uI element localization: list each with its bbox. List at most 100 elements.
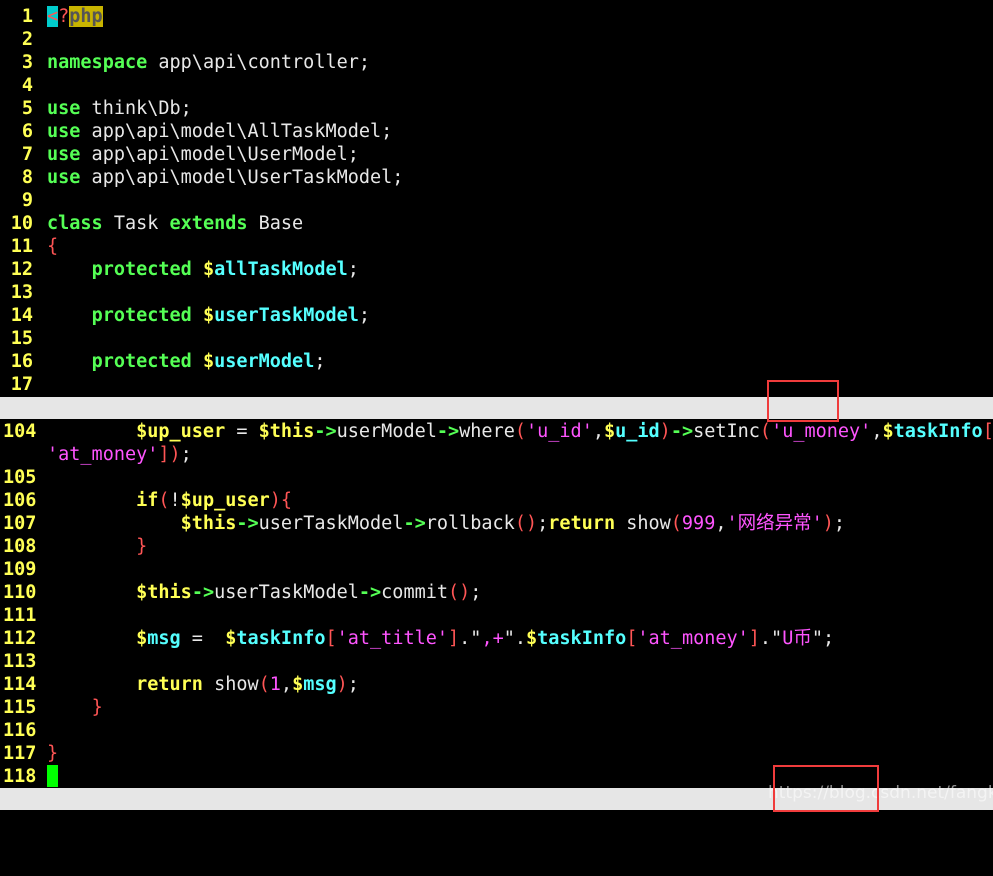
code-token: protected — [91, 259, 192, 280]
code-line[interactable]: 16 protected $userModel; — [0, 350, 993, 373]
code-token: return — [548, 513, 616, 534]
code-token: ; — [180, 444, 192, 465]
code-token: $this — [258, 421, 315, 442]
code-line[interactable]: 8 use app\api\model\UserTaskModel; — [0, 166, 993, 189]
code-token: $this — [136, 582, 192, 603]
line-number: 3 — [21, 52, 33, 73]
code-token: use — [47, 167, 81, 188]
code-token: userModel — [336, 421, 437, 442]
code-token: ( — [158, 490, 170, 511]
code-line[interactable]: 4 — [0, 74, 993, 97]
status-filename: user.php — [3, 810, 93, 831]
code-token: 'at_money' — [637, 628, 749, 649]
code-token: taskInfo — [537, 628, 627, 649]
code-token: , — [871, 421, 883, 442]
code-token: ; — [537, 513, 549, 534]
code-line[interactable]: 3 namespace app\api\controller; — [0, 51, 993, 74]
code-line[interactable]: 1 <?php — [0, 5, 993, 28]
code-line[interactable]: 116 — [0, 719, 993, 742]
line-number: 115 — [3, 697, 37, 718]
code-token: '网络异常' — [726, 513, 823, 534]
code-token: where — [459, 421, 515, 442]
code-line[interactable]: 114 return show(1,$msg); — [0, 673, 993, 696]
code-token: $ — [136, 628, 148, 649]
code-line[interactable]: 111 — [0, 604, 993, 627]
code-token: U币 — [782, 628, 812, 649]
bottom-editor-window[interactable]: 104 $up_user = $this->userModel->where('… — [0, 420, 993, 788]
code-token: } — [136, 536, 148, 557]
code-token: ; — [833, 513, 846, 534]
code-line[interactable]: 108 } — [0, 535, 993, 558]
code-token: ! — [169, 490, 181, 511]
code-token: -> — [314, 421, 337, 442]
code-line[interactable]: 104 $up_user = $this->userModel->where('… — [0, 420, 993, 443]
code-line[interactable]: 115 } — [0, 696, 993, 719]
code-token: -> — [670, 421, 694, 442]
code-line[interactable]: 2 — [0, 28, 993, 51]
code-token: $up_user — [136, 421, 226, 442]
code-token: $ — [526, 628, 538, 649]
code-line[interactable]: 112 $msg = $taskInfo['at_title'].",+".$t… — [0, 627, 993, 650]
code-line[interactable]: 'at_money']); — [0, 443, 993, 466]
code-token: 'at_money' — [47, 444, 159, 465]
code-token: if — [136, 490, 159, 511]
code-line[interactable]: 7 use app\api\model\UserModel; — [0, 143, 993, 166]
code-line[interactable]: 6 use app\api\model\AllTaskModel; — [0, 120, 993, 143]
top-editor-window[interactable]: 1 <?php 2 3 namespace app\api\controller; 4 5 u… — [0, 5, 993, 396]
code-line[interactable]: 10 class Task extends Base — [0, 212, 993, 235]
code-token: { — [280, 490, 293, 511]
code-token: , — [715, 513, 727, 534]
code-line[interactable]: 15 — [0, 327, 993, 350]
code-token: , — [592, 421, 604, 442]
code-line[interactable]: 107 $this->userTaskModel->rollback();ret… — [0, 512, 993, 535]
code-line[interactable]: 113 — [0, 650, 993, 673]
code-token: ." — [759, 628, 783, 649]
code-token: () — [514, 513, 538, 534]
code-token: class — [47, 213, 103, 234]
code-line[interactable]: 11 { — [0, 235, 993, 258]
code-token: think\Db; — [80, 98, 192, 119]
code-line[interactable]: 117} — [0, 742, 993, 765]
code-token: commit — [381, 582, 448, 603]
code-line[interactable]: 9 — [0, 189, 993, 212]
code-token: $ — [202, 351, 215, 372]
code-token: ) — [336, 674, 348, 695]
code-token: ". — [503, 628, 526, 649]
line-number: 108 — [3, 536, 37, 557]
code-token: $this — [180, 513, 237, 534]
code-token: ; — [314, 351, 326, 372]
code-token: Base — [247, 213, 304, 234]
line-number: 14 — [10, 305, 33, 326]
code-token: ; — [347, 674, 359, 695]
code-token: [ — [325, 628, 337, 649]
code-token: = — [225, 421, 259, 442]
code-line[interactable]: 14 protected $userTaskModel; — [0, 304, 993, 327]
line-number: 104 — [3, 421, 37, 442]
code-token: ) — [659, 421, 671, 442]
line-number: 13 — [10, 282, 33, 303]
code-token: 999 — [681, 513, 716, 534]
line-number: 6 — [21, 121, 33, 142]
code-line[interactable]: 12 protected $allTaskModel; — [0, 258, 993, 281]
line-number: 8 — [21, 167, 33, 188]
code-token: [ — [626, 628, 638, 649]
annotation-box-top — [767, 380, 839, 422]
code-line[interactable]: 13 — [0, 281, 993, 304]
code-line[interactable]: 105 — [0, 466, 993, 489]
code-token: app\api\model\UserModel; — [80, 144, 359, 165]
code-line[interactable]: 5 use think\Db; — [0, 97, 993, 120]
code-token: namespace — [47, 52, 148, 73]
code-line[interactable]: 109 — [0, 558, 993, 581]
code-token: } — [91, 697, 103, 718]
code-line[interactable]: 106 if(!$up_user){ — [0, 489, 993, 512]
line-number: 112 — [3, 628, 37, 649]
code-line[interactable]: 17 — [0, 373, 993, 396]
code-line[interactable]: 110 $this->userTaskModel->commit(); — [0, 581, 993, 604]
annotation-box-bottom — [773, 765, 879, 812]
code-token: = — [180, 628, 226, 649]
